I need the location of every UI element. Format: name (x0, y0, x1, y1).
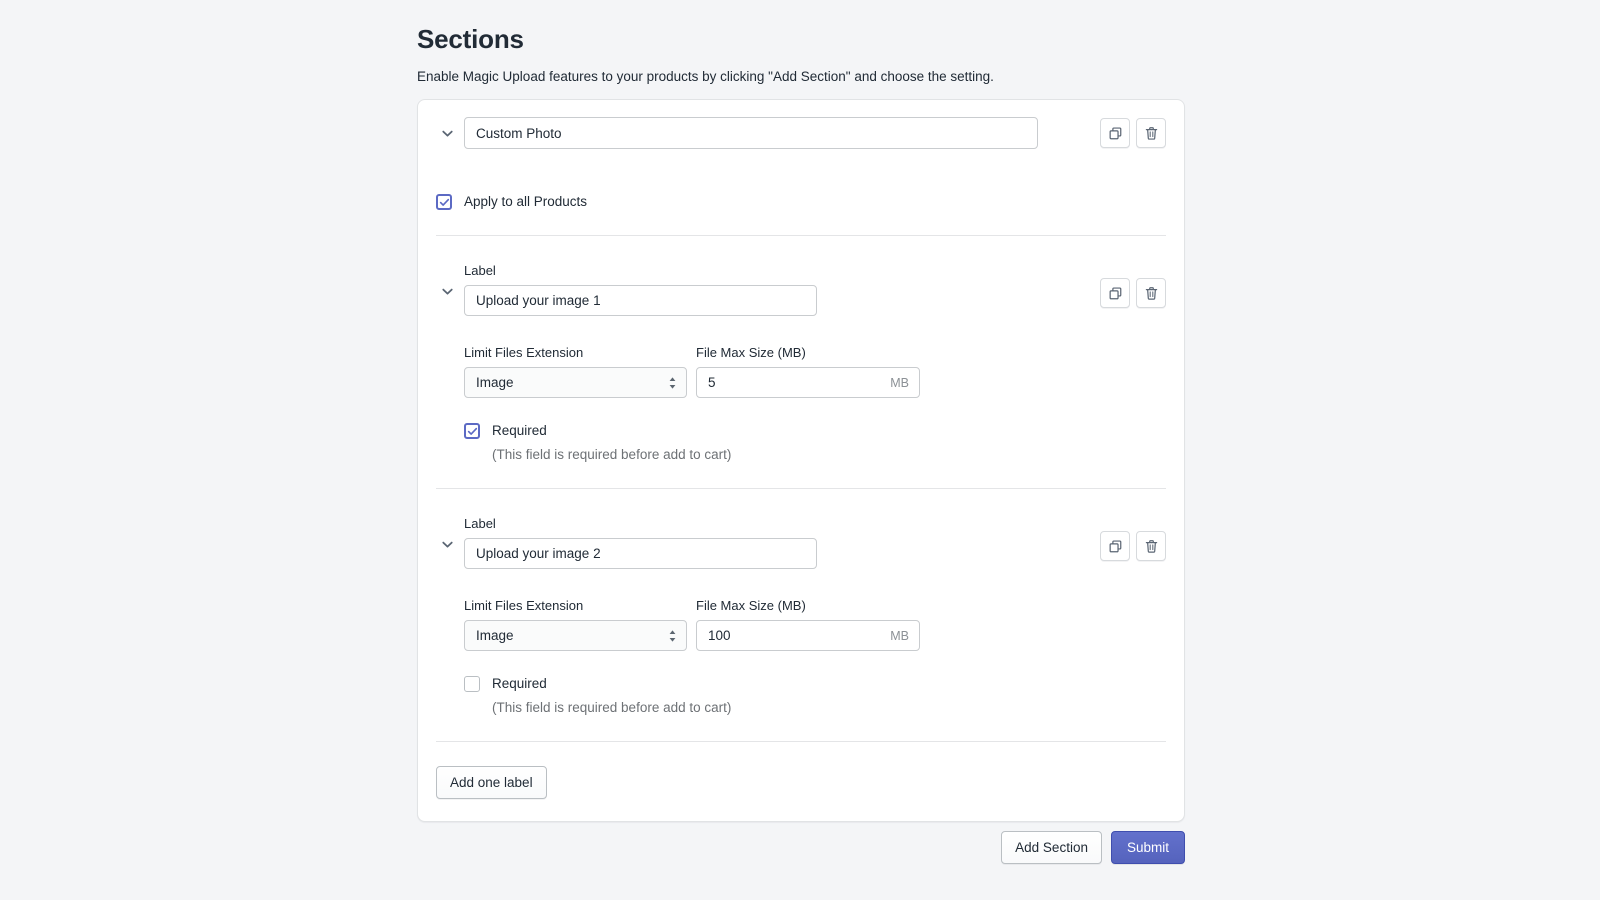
label-block: Label (418, 236, 1184, 464)
extension-field: Limit Files Extension Image (464, 597, 687, 651)
apply-to-all-checkbox[interactable] (436, 194, 452, 210)
chevron-down-icon (440, 537, 455, 552)
extension-select[interactable]: Image (464, 620, 687, 651)
check-icon (439, 197, 450, 208)
max-size-input-wrap: MB (696, 620, 920, 651)
max-size-caption: File Max Size (MB) (696, 344, 920, 361)
section-header-row (418, 100, 1184, 149)
page-subtitle: Enable Magic Upload features to your pro… (417, 67, 1185, 87)
section-card: Apply to all Products Label (417, 99, 1185, 822)
section-title-input[interactable] (464, 117, 1038, 149)
label-settings-row: Limit Files Extension Image File Max Siz… (436, 597, 1166, 651)
label-field-col: Label (464, 262, 1100, 316)
duplicate-section-button[interactable] (1100, 118, 1130, 148)
duplicate-label-button[interactable] (1100, 531, 1130, 561)
label-field-caption: Label (464, 515, 1100, 532)
section-collapse-toggle[interactable] (436, 122, 458, 144)
required-row: Required (464, 675, 1166, 693)
delete-label-button[interactable] (1136, 278, 1166, 308)
delete-section-button[interactable] (1136, 118, 1166, 148)
max-size-caption: File Max Size (MB) (696, 597, 920, 614)
extension-field: Limit Files Extension Image (464, 344, 687, 398)
label-actions (1100, 278, 1166, 308)
required-hint: (This field is required before add to ca… (492, 699, 1166, 717)
apply-to-all-label: Apply to all Products (464, 193, 587, 211)
chevron-down-icon (440, 284, 455, 299)
page-title: Sections (417, 22, 1185, 56)
required-block: Required (This field is required before … (436, 675, 1166, 717)
delete-label-button[interactable] (1136, 531, 1166, 561)
required-label: Required (492, 422, 547, 440)
apply-to-all-row: Apply to all Products (418, 193, 1184, 211)
required-label: Required (492, 675, 547, 693)
extension-caption: Limit Files Extension (464, 597, 687, 614)
label-collapse-toggle[interactable] (436, 280, 458, 302)
label-actions (1100, 531, 1166, 561)
label-settings-row: Limit Files Extension Image File Max Siz… (436, 344, 1166, 398)
check-icon (467, 426, 478, 437)
duplicate-label-button[interactable] (1100, 278, 1130, 308)
trash-icon (1144, 286, 1159, 301)
add-label-row: Add one label (418, 742, 1184, 821)
max-size-input[interactable] (696, 620, 920, 651)
required-checkbox[interactable] (464, 423, 480, 439)
required-block: Required (This field is required before … (436, 422, 1166, 464)
page-header: Sections Enable Magic Upload features to… (417, 0, 1185, 87)
copy-icon (1108, 539, 1123, 554)
label-field-caption: Label (464, 262, 1100, 279)
footer-actions: Add Section Submit (417, 831, 1185, 864)
label-header-row: Label (436, 236, 1166, 316)
add-section-button[interactable]: Add Section (1001, 831, 1102, 864)
extension-caption: Limit Files Extension (464, 344, 687, 361)
extension-select-wrap: Image (464, 620, 687, 651)
section-actions (1100, 118, 1166, 148)
label-field-col: Label (464, 515, 1100, 569)
max-size-field: File Max Size (MB) MB (696, 344, 920, 398)
extension-select-wrap: Image (464, 367, 687, 398)
required-row: Required (464, 422, 1166, 440)
required-hint: (This field is required before add to ca… (492, 446, 1166, 464)
max-size-input-wrap: MB (696, 367, 920, 398)
label-block: Label (418, 489, 1184, 717)
copy-icon (1108, 126, 1123, 141)
extension-select[interactable]: Image (464, 367, 687, 398)
chevron-down-icon (440, 126, 455, 141)
sections-page: Sections Enable Magic Upload features to… (0, 0, 1600, 900)
label-header-row: Label (436, 489, 1166, 569)
add-one-label-button[interactable]: Add one label (436, 766, 547, 799)
submit-button[interactable]: Submit (1111, 831, 1185, 864)
required-checkbox[interactable] (464, 676, 480, 692)
max-size-field: File Max Size (MB) MB (696, 597, 920, 651)
trash-icon (1144, 539, 1159, 554)
label-collapse-toggle[interactable] (436, 533, 458, 555)
label-name-input[interactable] (464, 538, 817, 569)
trash-icon (1144, 126, 1159, 141)
label-name-input[interactable] (464, 285, 817, 316)
copy-icon (1108, 286, 1123, 301)
max-size-input[interactable] (696, 367, 920, 398)
